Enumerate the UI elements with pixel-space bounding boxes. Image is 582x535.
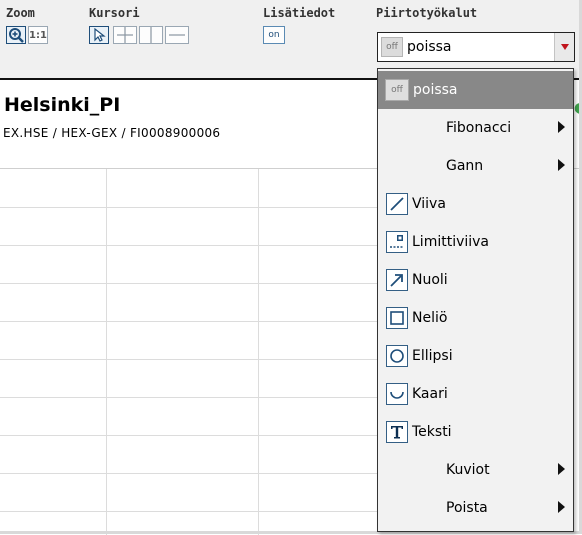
instrument-path: EX.HSE / HEX-GEX / FI0008900006: [3, 126, 221, 140]
menu-item-label: Viiva: [412, 196, 446, 212]
grid-line: [0, 473, 380, 474]
menu-item-label: poissa: [413, 82, 458, 98]
menu-item-gann[interactable]: Gann: [378, 147, 573, 185]
grid-line: [0, 435, 380, 436]
menu-item-kuviot[interactable]: Kuviot: [378, 451, 573, 489]
menu-item-label: Nuoli: [412, 272, 448, 288]
zoom-in-button[interactable]: [6, 26, 26, 44]
pointer-icon: [94, 28, 106, 42]
arc-icon: [386, 383, 408, 405]
menu-item-label: Ellipsi: [412, 348, 453, 364]
vertical-line-icon: [150, 27, 152, 43]
submenu-arrow-icon: [558, 501, 565, 513]
vertical-cursor-button[interactable]: [139, 26, 163, 44]
menu-item-poista[interactable]: Poista: [378, 489, 573, 527]
menu-item-kaari[interactable]: Kaari: [378, 375, 573, 413]
grid-line: [258, 169, 259, 535]
grid-line: [0, 283, 380, 284]
menu-item-limittiviiva[interactable]: Limittiviiva: [378, 223, 573, 261]
caret-down-icon: [560, 44, 569, 50]
menu-item-label: Kuviot: [446, 462, 490, 478]
menu-item-label: Limittiviiva: [412, 234, 490, 250]
submenu-arrow-icon: [558, 121, 565, 133]
horizontal-cursor-button[interactable]: [165, 26, 189, 44]
info-toggle-button[interactable]: on: [263, 26, 285, 44]
off-badge: off: [381, 37, 403, 57]
menu-item-label: Fibonacci: [446, 120, 512, 136]
menu-item-teksti[interactable]: Teksti: [378, 413, 573, 451]
cursor-group-label: Kursori: [89, 6, 140, 20]
dropdown-arrow-button[interactable]: [554, 33, 574, 61]
drawing-tools-menu: off poissa Fibonacci Gann Viiva Limittiv…: [377, 68, 574, 532]
menu-item-label: Teksti: [412, 424, 452, 440]
toolbar: Zoom Kursori Lisätiedot Piirtotyökalut 1…: [0, 0, 582, 78]
info-group-label: Lisätiedot: [263, 6, 336, 20]
drawing-group-label: Piirtotyökalut: [376, 6, 478, 20]
square-icon: [386, 307, 408, 329]
menu-item-nuoli[interactable]: Nuoli: [378, 261, 573, 299]
drawing-tools-select[interactable]: off poissa: [377, 32, 575, 62]
menu-item-label: Kaari: [412, 386, 448, 402]
text-icon: [386, 421, 408, 443]
grid-line: [0, 511, 380, 512]
zoom-group-label: Zoom: [6, 6, 35, 20]
zoom-reset-button[interactable]: 1:1: [28, 26, 48, 44]
zoom-in-icon: [9, 28, 24, 43]
menu-item-label: Poista: [446, 500, 488, 516]
menu-item-nelio[interactable]: Neliö: [378, 299, 573, 337]
drawing-tools-selected-value: poissa: [407, 39, 452, 55]
instrument-title: Helsinki_PI: [4, 94, 121, 116]
grid-line: [106, 169, 107, 535]
menu-item-ellipsi[interactable]: Ellipsi: [378, 337, 573, 375]
offset-line-icon: [386, 231, 408, 253]
menu-item-viiva[interactable]: Viiva: [378, 185, 573, 223]
menu-item-fibonacci[interactable]: Fibonacci: [378, 109, 573, 147]
horizontal-line-icon: [169, 34, 185, 36]
submenu-arrow-icon: [558, 159, 565, 171]
grid-line: [0, 397, 380, 398]
menu-item-label: Neliö: [412, 310, 448, 326]
off-badge: off: [385, 79, 409, 101]
grid-line: [0, 321, 380, 322]
line-icon: [386, 193, 408, 215]
grid-line: [0, 207, 380, 208]
grid-line: [0, 245, 380, 246]
pointer-cursor-button[interactable]: [89, 26, 109, 44]
ellipse-icon: [386, 345, 408, 367]
grid-line: [0, 359, 380, 360]
arrow-icon: [386, 269, 408, 291]
submenu-arrow-icon: [558, 463, 565, 475]
crosshair-cursor-button[interactable]: [113, 26, 137, 44]
crosshair-icon: [117, 27, 133, 43]
menu-item-poissa[interactable]: off poissa: [378, 71, 573, 109]
menu-item-label: Gann: [446, 158, 484, 174]
